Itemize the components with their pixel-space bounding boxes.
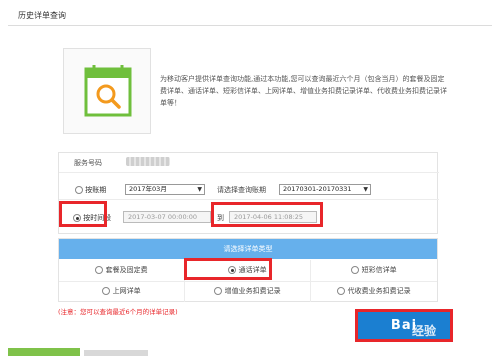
type-option-label: 短彩信详单: [361, 266, 397, 274]
type-option-value-added[interactable]: 增值业务扣费记录: [185, 281, 311, 302]
by-period-radio[interactable]: 按账期: [75, 185, 106, 195]
calendar-search-icon: [84, 65, 132, 117]
type-option-label: 上网详单: [112, 287, 141, 295]
period-prompt: 请选择查询账期: [217, 186, 266, 194]
detail-type-header: 请选择详单类型: [59, 239, 437, 259]
month-select-value: 2017年03月: [129, 185, 167, 193]
bottom-tab-active[interactable]: [8, 348, 80, 356]
chevron-down-icon: ▼: [363, 186, 368, 193]
chevron-down-icon: ▼: [197, 186, 202, 193]
watermark-text: 经验: [412, 324, 437, 338]
period-select[interactable]: 20170301-20170331 ▼: [279, 184, 371, 195]
highlight-box-call-detail: [184, 258, 272, 280]
type-option-label: 套餐及固定费: [105, 266, 148, 274]
query-submit-button[interactable]: Bai: [355, 309, 453, 342]
page-title: 历史详单查询: [18, 11, 66, 20]
bottom-tab[interactable]: [84, 350, 148, 356]
page-header: 历史详单查询: [8, 4, 492, 26]
radio-circle-icon: [351, 266, 360, 274]
type-option-internet[interactable]: 上网详单: [59, 281, 185, 302]
start-time-input[interactable]: 2017-03-07 00:00:00: [123, 211, 211, 223]
type-option-label: 代收费业务扣费记录: [347, 287, 411, 295]
intro-text: 为移动客户提供详单查询功能,通过本功能,您可以查询最近六个月（包含当月）的套餐及…: [160, 75, 447, 107]
service-number-label: 服务号码: [74, 159, 102, 167]
highlight-box-end-time: [211, 202, 323, 227]
period-select-value: 20170301-20170331: [283, 185, 352, 193]
service-number-row: 服务号码: [59, 153, 439, 173]
radio-circle-icon: [75, 186, 83, 194]
billing-period-row: 按账期 2017年03月 ▼ 请选择查询账期 20170301-20170331…: [59, 180, 439, 200]
radio-circle-icon: [95, 266, 104, 274]
masked-phone-number: [126, 157, 170, 166]
radio-circle-icon: [214, 287, 223, 295]
by-period-label: 按账期: [85, 186, 107, 194]
type-option-label: 增值业务扣费记录: [224, 287, 281, 295]
month-select[interactable]: 2017年03月 ▼: [125, 184, 205, 195]
detail-query-illustration: [63, 48, 151, 134]
type-option-collection[interactable]: 代收费业务扣费记录: [311, 281, 437, 302]
highlight-box-time-option: [59, 201, 107, 227]
query-note: (注意：您可以查询最近6个月的详单记录): [58, 308, 178, 316]
detail-type-row: 上网详单 增值业务扣费记录 代收费业务扣费记录: [59, 281, 437, 303]
type-option-package[interactable]: 套餐及固定费: [59, 260, 185, 281]
radio-circle-icon: [102, 287, 111, 295]
radio-circle-icon: [337, 287, 346, 295]
type-option-sms[interactable]: 短彩信详单: [311, 260, 437, 281]
